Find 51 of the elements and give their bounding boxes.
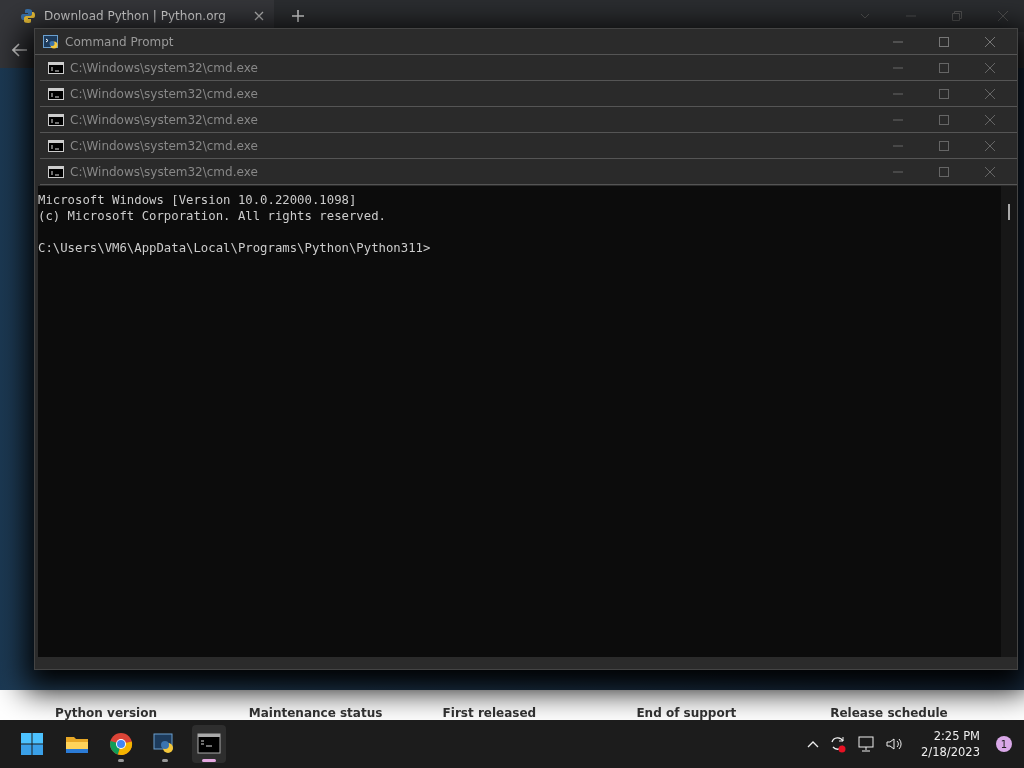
browser-icon — [109, 732, 133, 756]
maximize-icon[interactable] — [939, 140, 949, 151]
restore-icon[interactable] — [952, 11, 962, 21]
close-icon[interactable] — [985, 114, 995, 125]
window-title-bar[interactable]: C:\Windows\system32\cmd.exe — [40, 81, 1017, 107]
close-icon[interactable] — [985, 62, 995, 73]
console-icon — [48, 61, 64, 74]
terminal-python-icon — [43, 33, 59, 50]
network-icon[interactable] — [857, 735, 876, 753]
close-icon[interactable] — [253, 11, 264, 21]
console-output: Microsoft Windows [Version 10.0.22000.1098] — [38, 192, 358, 208]
maximize-icon[interactable] — [939, 114, 949, 125]
column-header: Release schedule — [830, 706, 949, 720]
window-title-bar[interactable]: C:\Windows\system32\cmd.exe — [40, 133, 1017, 159]
window-title-bar[interactable]: C:\Windows\system32\cmd.exe — [40, 159, 1017, 185]
column-header: First released — [442, 706, 538, 720]
new-tab-icon[interactable] — [291, 10, 304, 22]
chevron-up-icon[interactable] — [807, 740, 820, 748]
chevron-icon[interactable] — [860, 13, 870, 19]
sync-icon[interactable] — [829, 735, 848, 753]
maximize-icon[interactable] — [939, 62, 949, 73]
notification-badge[interactable]: 1 — [996, 736, 1012, 752]
window-title-bar[interactable]: C:\Windows\system32\cmd.exe — [40, 107, 1017, 133]
terminal-icon — [197, 732, 221, 756]
close-icon[interactable] — [985, 88, 995, 99]
clock[interactable]: 2:25 PM 2/18/2023 — [921, 728, 980, 760]
console-icon — [48, 165, 64, 178]
console-icon — [48, 113, 64, 126]
console-output: (c) Microsoft Corporation. All rights reserved. — [38, 208, 387, 224]
volume-icon[interactable] — [885, 735, 904, 753]
maximize-icon[interactable] — [939, 166, 949, 177]
terminal-taskbar-button[interactable] — [192, 725, 226, 763]
close-icon[interactable] — [985, 36, 995, 47]
close-icon[interactable] — [985, 166, 995, 177]
column-header: Python version — [55, 706, 158, 720]
windows-start-icon[interactable] — [20, 732, 44, 756]
maximize-icon[interactable] — [939, 88, 949, 99]
console-icon — [48, 139, 64, 152]
window-title-bar[interactable]: C:\Windows\system32\cmd.exe — [40, 55, 1017, 81]
column-header: Maintenance status — [248, 706, 384, 720]
minimize-icon[interactable] — [893, 40, 903, 43]
close-icon[interactable] — [985, 140, 995, 151]
window-title: Command Prompt — [65, 34, 174, 49]
tab-title: Download Python | Python.org — [44, 9, 226, 23]
console-prompt[interactable]: C:\Users\VM6\AppData\Local\Programs\Python\Python311> — [38, 240, 1001, 256]
console-icon — [48, 87, 64, 100]
python-logo-icon — [20, 8, 36, 24]
maximize-icon[interactable] — [939, 36, 949, 47]
scrollbar[interactable] — [1001, 186, 1017, 657]
column-header: End of support — [636, 706, 738, 720]
back-icon[interactable] — [12, 43, 28, 57]
